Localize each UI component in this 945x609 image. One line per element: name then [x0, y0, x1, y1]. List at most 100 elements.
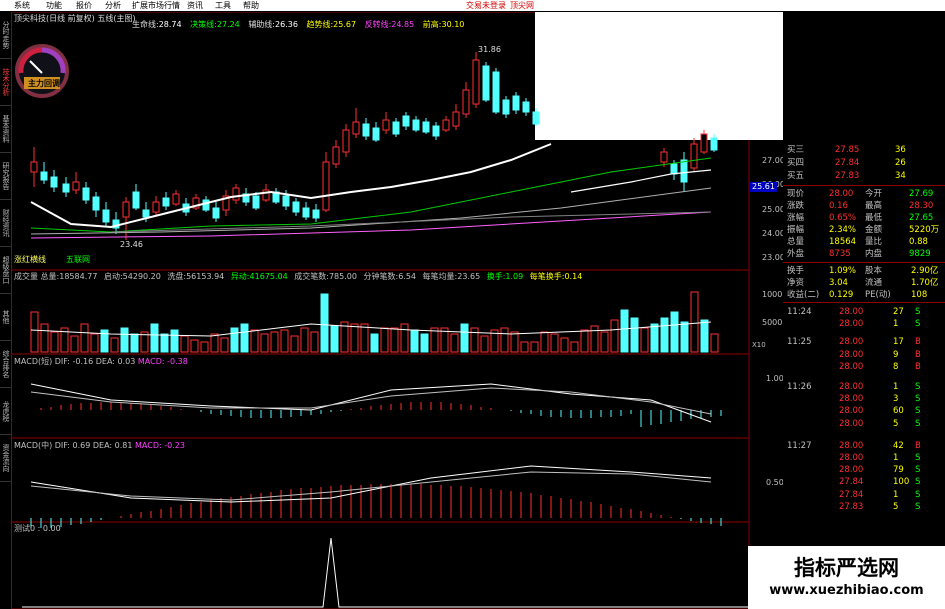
stat-value: 1.70亿: [911, 278, 939, 288]
menu-item-news[interactable]: 资讯: [187, 0, 203, 11]
tab-research[interactable]: 研究报告: [0, 153, 11, 200]
volume-bar: [650, 323, 659, 353]
candle-body: [680, 159, 688, 183]
legend-aux-value: 26.36: [275, 20, 298, 29]
volume-bar: [580, 329, 589, 353]
volume-bar: [600, 331, 609, 353]
stat-label: 外盘: [787, 249, 805, 259]
volume-bar: [350, 323, 359, 353]
candle-body: [412, 119, 420, 131]
stat-value: 3.04: [829, 278, 848, 288]
tick-side: S: [915, 382, 921, 392]
legend-reversal-value: 24.85: [391, 20, 415, 29]
macd-short-histogram: [30, 383, 722, 427]
tab-dragon-tiger[interactable]: 龙虎榜: [0, 388, 11, 435]
volume-bar: [250, 329, 259, 353]
candle-body: [322, 161, 330, 211]
indicator-name[interactable]: 五线(主图): [97, 14, 135, 23]
tick-side: B: [915, 440, 921, 451]
test-indicator-line: [22, 537, 749, 608]
tick-volume: 1: [893, 382, 899, 392]
tick-side: S: [915, 465, 921, 476]
candle-body: [690, 143, 698, 169]
stat-value: 1.09%: [829, 266, 857, 276]
tab-finance-news[interactable]: 财经资讯: [0, 200, 11, 247]
tab-money-flow[interactable]: 资金流向: [0, 435, 11, 482]
stat-value: 28.00: [829, 189, 854, 199]
candle-body: [162, 197, 170, 207]
ma-line-long: [110, 211, 712, 233]
tick-side: B: [915, 361, 921, 372]
stat-row: 外盘 8735 内盘 9829: [783, 248, 945, 260]
stat-label: 量比: [865, 237, 883, 247]
macd-mid-dea: DEA: 0.81: [92, 441, 133, 450]
menu-item-quote[interactable]: 报价: [76, 0, 92, 11]
ask-price: 27.85: [835, 145, 860, 155]
stat-value: 2.34%: [829, 225, 857, 235]
tab-intraday[interactable]: 分时走势: [0, 12, 11, 59]
legend-lifeline-name: 生命线:: [132, 20, 159, 29]
tab-super-book[interactable]: 超级盘口: [0, 247, 11, 294]
stat-value: 2.90亿: [911, 266, 939, 276]
volume-bars: [30, 291, 719, 353]
volume-bar: [410, 329, 419, 353]
tick-volume: 5: [893, 501, 899, 512]
vol-anomaly-value: 41675.04: [249, 272, 288, 281]
site-watermark: 指标严选网 www.xuezhibiao.com: [748, 546, 945, 609]
tick-row: 28.00 9 B: [783, 349, 945, 361]
legend-decision-name: 决策线:: [190, 20, 217, 29]
tab-other[interactable]: 其他: [0, 294, 11, 341]
menu-item-system[interactable]: 系统: [14, 0, 30, 11]
candle-body: [212, 207, 220, 219]
menu-item-function[interactable]: 功能: [46, 0, 62, 11]
menu-item-tools[interactable]: 工具: [215, 0, 231, 11]
menu-item-analysis[interactable]: 分析: [105, 0, 121, 11]
menu-item-extended-market[interactable]: 扩展市场行情: [132, 0, 180, 11]
quote-panel: 买三 27.85 36 买四 27.84 26 买五 27.83 34 现价 28.00 今开 27.6…: [783, 140, 945, 609]
stat-row: 涨跌 0.16 最高 28.30: [783, 200, 945, 212]
tab-fundamentals[interactable]: 基本资料: [0, 106, 11, 153]
y-tick-27: 27.00: [762, 156, 785, 165]
volume-bar: [530, 341, 539, 353]
legend-decision-value: 27.24: [216, 20, 240, 29]
volume-bar: [330, 325, 339, 353]
watermark-url: www.xuezhibiao.com: [769, 583, 924, 598]
tab-ranking[interactable]: 综合排名: [0, 341, 11, 388]
legend-prev-high-name: 前高:: [422, 20, 442, 29]
volume-bar: [220, 337, 229, 353]
moving-average-lines: [30, 143, 712, 239]
tick-row: 28.00 60 S: [783, 405, 945, 417]
candle-body: [302, 207, 310, 218]
stat-value: 0.88: [909, 237, 928, 247]
vol-turnover-value: 1.09: [505, 272, 524, 281]
vol-y-tick-5000: 5000: [762, 318, 783, 327]
stat-row: 振幅 2.34% 金额 5220万: [783, 224, 945, 236]
brand-link[interactable]: 顶尖网: [510, 0, 534, 11]
candle-body: [362, 123, 370, 137]
stat-value: 18564: [829, 237, 857, 247]
candle-body: [660, 151, 668, 163]
candle-body: [172, 193, 180, 205]
macd-short-value: MACD: -0.38: [137, 357, 188, 366]
kline-chart[interactable]: [11, 12, 783, 609]
tick-price: 28.00: [839, 465, 864, 476]
candle-body: [482, 65, 490, 101]
vol-total-label: 成交量 总量:: [14, 272, 60, 281]
tick-price: 28.00: [839, 307, 864, 317]
stat-value: 27.69: [909, 189, 934, 199]
tick-row: 27.83 5 S: [783, 501, 945, 513]
tick-side: S: [915, 477, 921, 488]
chart-title: 顶尖科技(日线 前复权) 五线(主图): [14, 14, 136, 24]
candle-body: [142, 209, 150, 218]
volume-bar: [160, 333, 169, 353]
macd-short-y-tick: 1.00: [766, 374, 784, 383]
menu-item-help[interactable]: 帮助: [243, 0, 259, 11]
tab-technical[interactable]: 技术分析: [0, 59, 11, 106]
volume-bar: [520, 341, 529, 353]
tick-price: 28.00: [839, 361, 864, 372]
vol-turnover-per-value: 0.14: [564, 272, 583, 281]
tick-side: S: [915, 501, 921, 512]
volume-bar: [290, 335, 299, 353]
volume-bar: [680, 321, 689, 353]
trade-login-status[interactable]: 交易未登录: [466, 0, 506, 11]
